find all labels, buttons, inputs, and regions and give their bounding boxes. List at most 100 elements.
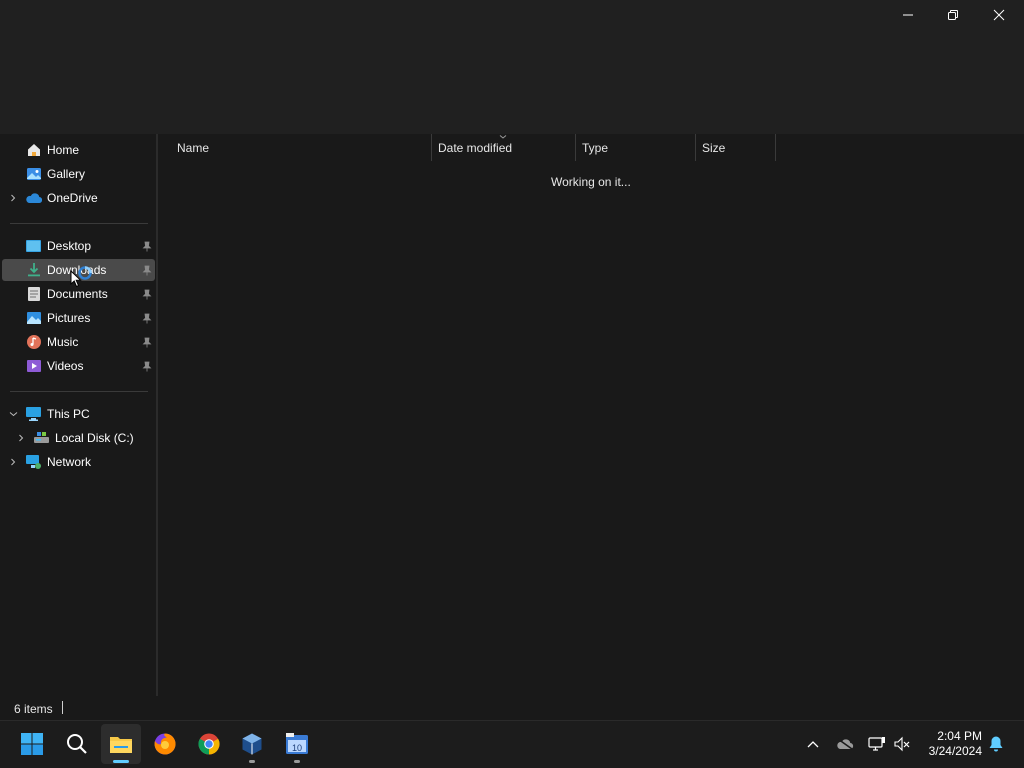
- pin-icon[interactable]: [142, 336, 152, 348]
- open-app-indicator: [294, 760, 300, 763]
- loading-message: Working on it...: [551, 175, 631, 189]
- pin-icon[interactable]: [142, 360, 152, 372]
- search-button[interactable]: [57, 724, 97, 764]
- sidebar-item-network[interactable]: Network: [2, 451, 155, 473]
- onedrive-icon: [25, 190, 42, 207]
- status-divider: [62, 701, 63, 714]
- sidebar-item-label: Downloads: [47, 263, 107, 277]
- sidebar-item-home[interactable]: Home: [2, 139, 155, 161]
- sidebar-divider: [10, 391, 148, 392]
- sidebar-item-label: Local Disk (C:): [55, 431, 134, 445]
- minimize-icon: [903, 14, 913, 16]
- sidebar-item-gallery[interactable]: Gallery: [2, 163, 155, 185]
- pin-icon[interactable]: [142, 312, 152, 324]
- file-list-pane[interactable]: Name Date modified Type Size Working on …: [160, 134, 1024, 696]
- clock-date: 3/24/2024: [928, 744, 982, 758]
- downloads-icon: [25, 262, 42, 279]
- notification-bell-icon: [989, 736, 1003, 752]
- sidebar-item-label: Gallery: [47, 167, 86, 181]
- sidebar-item-local-disk[interactable]: Local Disk (C:): [2, 427, 155, 449]
- virtualbox-icon: [242, 733, 262, 755]
- column-divider[interactable]: [775, 134, 776, 161]
- taskbar: 10 2:04 PM 3/24/2024: [0, 720, 1024, 768]
- videos-icon: [25, 358, 42, 375]
- close-button[interactable]: [976, 0, 1022, 30]
- network-icon: [25, 454, 42, 471]
- item-count: 6 items: [14, 702, 53, 716]
- pictures-icon: [25, 310, 42, 327]
- onedrive-offline-icon: [837, 738, 854, 750]
- this-pc-icon: [25, 406, 42, 423]
- notifications-button[interactable]: [985, 733, 1007, 755]
- gallery-icon: [25, 166, 42, 183]
- sidebar-item-downloads[interactable]: Downloads: [2, 259, 155, 281]
- sidebar-item-label: Home: [47, 143, 80, 157]
- sort-descending-icon: [499, 135, 507, 139]
- volume-tray-button[interactable]: [891, 733, 913, 755]
- taskbar-app-virtualbox[interactable]: [232, 724, 272, 764]
- file-explorer-icon: [110, 737, 132, 753]
- sidebar-item-this-pc[interactable]: This PC: [2, 403, 155, 425]
- pin-icon[interactable]: [142, 264, 152, 276]
- svg-text:10: 10: [292, 743, 302, 753]
- show-hidden-icons-button[interactable]: [802, 733, 824, 755]
- taskbar-app-chrome[interactable]: [189, 724, 229, 764]
- pin-icon[interactable]: [142, 240, 152, 252]
- sidebar-item-label: Music: [47, 335, 79, 349]
- chevron-down-icon[interactable]: [8, 409, 18, 419]
- sidebar-item-label: Pictures: [47, 311, 91, 325]
- music-icon: [25, 334, 42, 351]
- clock-time: 2:04 PM: [937, 729, 982, 743]
- documents-icon: [25, 286, 42, 303]
- status-bar: 6 items: [0, 696, 1024, 720]
- onedrive-tray-button[interactable]: [834, 733, 856, 755]
- chrome-icon: [198, 733, 220, 755]
- network-display-icon: [868, 737, 885, 751]
- title-bar: [0, 0, 1024, 134]
- clock[interactable]: 2:04 PM 3/24/2024: [914, 729, 982, 759]
- firefox-icon: [154, 733, 176, 755]
- sidebar-item-label: Videos: [47, 359, 84, 373]
- column-divider[interactable]: [575, 134, 576, 161]
- network-tray-button[interactable]: [866, 733, 888, 755]
- column-divider[interactable]: [431, 134, 432, 161]
- volume-muted-icon: [894, 736, 910, 752]
- taskbar-app-file-explorer[interactable]: [101, 724, 141, 764]
- start-icon: [21, 733, 43, 755]
- sidebar-item-pictures[interactable]: Pictures: [2, 307, 155, 329]
- sidebar-item-onedrive[interactable]: OneDrive: [2, 187, 155, 209]
- minimize-button[interactable]: [885, 0, 931, 30]
- home-icon: [25, 142, 42, 159]
- pin-icon[interactable]: [142, 288, 152, 300]
- restore-icon: [948, 10, 958, 20]
- sidebar-item-label: Desktop: [47, 239, 92, 253]
- app-10-icon: 10: [286, 733, 308, 754]
- chevron-right-icon[interactable]: [16, 433, 26, 443]
- sidebar-item-label: Documents: [47, 287, 108, 301]
- taskbar-app-10[interactable]: 10: [277, 724, 317, 764]
- search-icon: [67, 734, 87, 754]
- chevron-up-icon: [807, 741, 819, 748]
- sidebar-divider: [10, 223, 148, 224]
- desktop-icon: [25, 238, 42, 255]
- column-header-size[interactable]: Size: [702, 134, 725, 161]
- sidebar-item-videos[interactable]: Videos: [2, 355, 155, 377]
- taskbar-app-firefox[interactable]: [145, 724, 185, 764]
- close-icon: [993, 9, 1005, 21]
- column-header-type[interactable]: Type: [582, 134, 608, 161]
- restore-button[interactable]: [930, 0, 976, 30]
- active-app-indicator: [113, 760, 129, 763]
- sidebar-item-label: This PC: [47, 407, 90, 421]
- local-disk-icon: [33, 430, 50, 447]
- column-divider[interactable]: [695, 134, 696, 161]
- sidebar-item-documents[interactable]: Documents: [2, 283, 155, 305]
- sidebar-item-label: OneDrive: [47, 191, 98, 205]
- sidebar-item-music[interactable]: Music: [2, 331, 155, 353]
- chevron-right-icon[interactable]: [8, 193, 18, 203]
- start-button[interactable]: [12, 724, 52, 764]
- sidebar-item-label: Network: [47, 455, 92, 469]
- column-header-name[interactable]: Name: [177, 134, 209, 161]
- navigation-pane: Home Gallery OneDrive Desktop Downloads: [0, 134, 158, 696]
- sidebar-item-desktop[interactable]: Desktop: [2, 235, 155, 257]
- chevron-right-icon[interactable]: [8, 457, 18, 467]
